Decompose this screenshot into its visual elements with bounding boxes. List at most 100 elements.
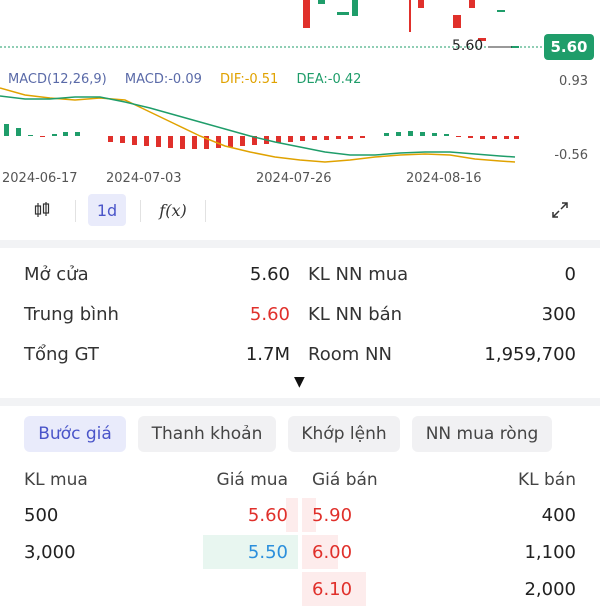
axis-max: 0.93	[559, 74, 588, 89]
sell-vol-cell: 2,000	[524, 579, 576, 600]
info-row-1: Mở cửa 5.60 KL NN mua 0	[0, 264, 600, 294]
nn-sell-label: KL NN bán	[308, 304, 403, 325]
sell-price-cell[interactable]: 6.10	[312, 579, 352, 600]
macd-bar	[180, 136, 185, 149]
macd-bar	[444, 134, 449, 136]
macd-indicator-name[interactable]: MACD(12,26,9)	[8, 72, 107, 87]
info-row-2: Trung bình 5.60 KL NN bán 300	[0, 304, 600, 334]
macd-bar	[348, 136, 353, 139]
tab-nn-mua-rong[interactable]: NN mua ròng	[412, 416, 552, 452]
macd-bar	[4, 124, 9, 136]
dea-line	[0, 95, 516, 158]
total-label: Tổng GT	[24, 344, 99, 365]
expand-button[interactable]	[540, 194, 580, 226]
section-divider	[0, 398, 600, 406]
macd-bar	[480, 136, 485, 139]
date-label: 2024-06-17	[2, 171, 78, 186]
macd-bar	[228, 136, 233, 147]
candle	[453, 15, 461, 28]
macd-bar	[456, 136, 461, 137]
tab-buoc-gia[interactable]: Bước giá	[24, 416, 126, 452]
dea-value: DEA:-0.42	[296, 72, 362, 87]
open-value: 5.60	[249, 264, 290, 285]
macd-bar	[432, 133, 437, 136]
candle	[497, 10, 505, 12]
interval-1d-button[interactable]: 1d	[88, 194, 126, 226]
macd-bar	[300, 136, 305, 141]
chart-svg	[0, 0, 544, 163]
section-divider	[0, 240, 600, 248]
header-sell-price: Giá bán	[312, 470, 378, 490]
tab-thanh-khoan[interactable]: Thanh khoản	[138, 416, 276, 452]
avg-label: Trung bình	[24, 304, 119, 325]
price-chart[interactable]: 5.60 5.60 MACD(12,26,9) MACD:-0.09 DIF:-…	[0, 0, 600, 190]
macd-bar	[144, 136, 149, 146]
header-buy-vol: KL mua	[24, 470, 88, 490]
macd-bar	[168, 136, 173, 148]
room-label: Room NN	[308, 344, 392, 365]
total-value: 1.7M	[245, 344, 290, 365]
macd-bar	[324, 136, 329, 140]
open-label: Mở cửa	[24, 264, 89, 285]
macd-bar	[396, 132, 401, 136]
dif-line	[0, 87, 516, 163]
orderbook-tabs: Bước giá Thanh khoản Khớp lệnh NN mua rò…	[0, 416, 600, 454]
macd-bar	[288, 136, 293, 142]
macd-bar	[492, 136, 497, 139]
macd-bar	[192, 136, 197, 149]
sell-vol-cell: 1,100	[524, 542, 576, 563]
candle	[352, 0, 358, 16]
sell-vol-cell: 400	[541, 505, 576, 526]
buy-vol-cell: 500	[24, 505, 59, 526]
last-price-tag: 5.60	[544, 34, 594, 60]
expand-caret-icon[interactable]: ▼	[294, 374, 305, 390]
macd-bar	[156, 136, 161, 147]
buy-price-cell[interactable]: 5.60	[248, 505, 288, 526]
macd-bar	[312, 136, 317, 140]
sell-price-cell[interactable]: 6.00	[312, 542, 352, 563]
indicator-fx-button[interactable]: f(x)	[154, 194, 192, 226]
chart-toolbar: 1d f(x)	[0, 192, 600, 232]
candle	[318, 0, 325, 4]
macd-bar	[504, 136, 509, 139]
last-price-label: 5.60	[452, 38, 484, 54]
macd-bar	[63, 132, 68, 136]
room-value: 1,959,700	[484, 344, 576, 365]
macd-bar	[384, 133, 389, 136]
avg-value: 5.60	[249, 304, 290, 325]
expand-icon	[552, 202, 568, 218]
macd-legend: MACD(12,26,9) MACD:-0.09 DIF:-0.51 DEA:-…	[8, 72, 375, 87]
header-buy-price: Giá mua	[216, 470, 288, 490]
candle	[418, 0, 424, 8]
macd-bar	[75, 132, 80, 136]
candle	[469, 0, 475, 8]
macd-bar	[132, 136, 137, 145]
macd-bar	[336, 136, 341, 139]
macd-value: MACD:-0.09	[124, 72, 202, 87]
nn-sell-value: 300	[541, 304, 576, 325]
macd-bar	[514, 136, 519, 139]
macd-bar	[468, 136, 473, 138]
buy-price-cell[interactable]: 5.50	[248, 542, 288, 563]
sell-price-cell[interactable]: 5.90	[312, 505, 352, 526]
macd-bar	[16, 128, 21, 136]
macd-bar	[28, 135, 33, 136]
candlestick-icon	[34, 202, 50, 217]
macd-bar	[40, 136, 45, 137]
nn-buy-label: KL NN mua	[308, 264, 409, 285]
macd-bar	[120, 136, 125, 143]
date-label: 2024-08-16	[406, 171, 482, 186]
nn-buy-value: 0	[564, 264, 576, 285]
candle	[409, 0, 411, 32]
candlestick-button[interactable]	[24, 194, 60, 226]
fx-label: f(x)	[159, 200, 187, 220]
date-label: 2024-07-03	[106, 171, 182, 186]
header-sell-vol: KL bán	[517, 470, 576, 490]
candle	[337, 12, 349, 15]
date-label: 2024-07-26	[256, 171, 332, 186]
tab-khop-lenh[interactable]: Khớp lệnh	[288, 416, 400, 452]
macd-bar	[420, 132, 425, 136]
macd-bar	[240, 136, 245, 146]
info-row-3: Tổng GT 1.7M Room NN 1,959,700	[0, 344, 600, 374]
candle	[303, 0, 310, 28]
